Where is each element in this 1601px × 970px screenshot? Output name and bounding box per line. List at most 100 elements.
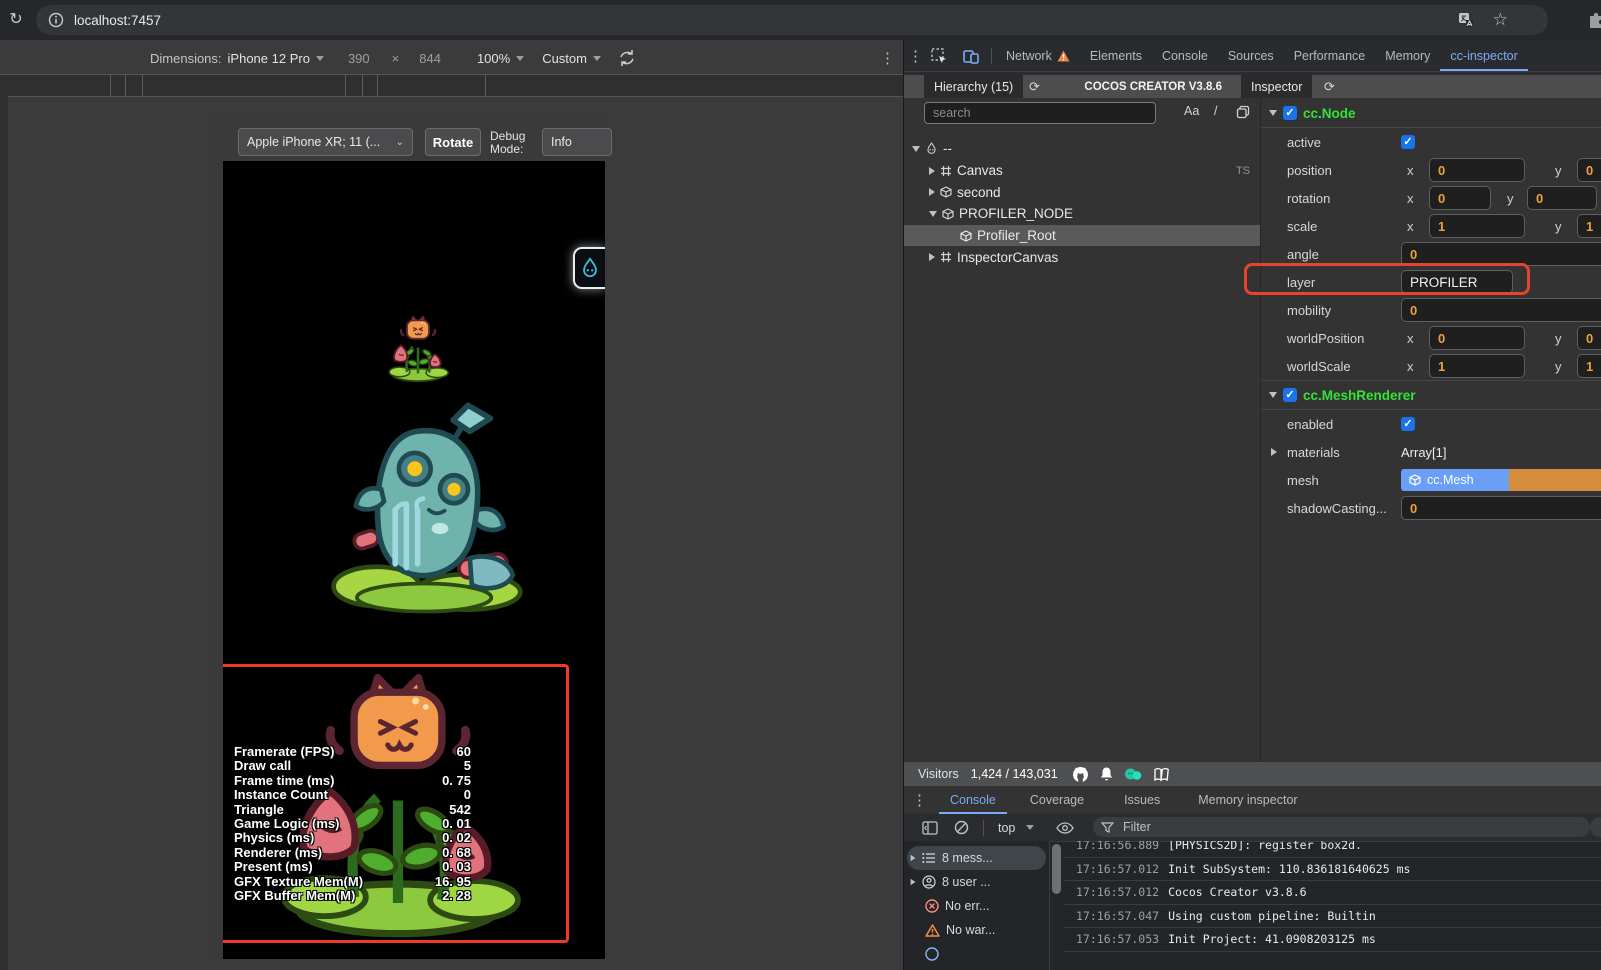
sidebar-all-messages[interactable]: 8 mess... (907, 846, 1046, 870)
component-checkbox[interactable]: ✓ (1283, 388, 1297, 402)
toggle-device-toolbar-icon[interactable] (962, 47, 980, 65)
tree-node-profiler-node[interactable]: PROFILER_NODE (904, 203, 1260, 225)
docs-book-icon[interactable] (1153, 767, 1170, 782)
scale-x-input[interactable] (1429, 214, 1525, 238)
translate-icon[interactable] (1457, 11, 1475, 29)
device-select[interactable]: iPhone 12 Pro (228, 51, 310, 66)
context-selector[interactable]: top (998, 821, 1034, 835)
position-x-input[interactable] (1429, 158, 1525, 182)
tree-node-root[interactable]: -- (904, 138, 1260, 160)
regex-button[interactable]: / (1214, 104, 1217, 118)
layer-input[interactable] (1401, 270, 1513, 294)
tab-coverage[interactable]: Coverage (1019, 786, 1095, 814)
tab-console-drawer[interactable]: Console (939, 786, 1007, 814)
tab-elements[interactable]: Elements (1080, 40, 1152, 71)
sidebar-scrollbar-thumb[interactable] (1052, 844, 1061, 894)
console-log-area[interactable]: 17:16:56.889 [PHYSICS2D]: register box2d… (1064, 841, 1601, 970)
scale-y-input[interactable] (1577, 214, 1601, 238)
log-row[interactable]: 17:16:57.012 Cocos Creator v3.8.6 (1064, 881, 1601, 905)
angle-input[interactable] (1401, 242, 1601, 266)
mesh-asset-chip[interactable]: cc.Mesh (1401, 469, 1509, 491)
tab-issues[interactable]: Issues (1113, 786, 1171, 814)
extensions-puzzle-icon[interactable] (1586, 10, 1601, 30)
match-case-button[interactable]: Aa (1184, 104, 1199, 118)
component-header-mesh-renderer[interactable]: ✓ cc.MeshRenderer (1261, 380, 1601, 409)
inspector-refresh-icon[interactable]: ⟳ (1324, 75, 1335, 98)
sidebar-errors[interactable]: No err... (904, 894, 1049, 918)
tree-node-second[interactable]: second (904, 181, 1260, 203)
clear-console-icon[interactable] (954, 820, 969, 835)
log-row[interactable]: 17:16:57.012 Init SubSystem: 110.8361816… (1064, 858, 1601, 882)
console-filter-input[interactable] (1093, 817, 1590, 837)
expander-down-icon[interactable] (1269, 110, 1277, 116)
tree-node-profiler-root[interactable]: Profiler_Root (904, 225, 1260, 247)
tree-node-inspector-canvas[interactable]: InspectorCanvas (904, 246, 1260, 268)
sidebar-warnings[interactable]: No war... (904, 918, 1049, 942)
console-sidebar-toggle-icon[interactable] (922, 821, 938, 835)
expander-right-icon[interactable] (911, 855, 916, 861)
chat-bubbles-icon[interactable] (1124, 767, 1143, 782)
hierarchy-refresh-icon[interactable]: ⟳ (1029, 75, 1040, 98)
bell-icon[interactable] (1099, 766, 1114, 782)
tab-sources[interactable]: Sources (1218, 40, 1284, 71)
tab-performance[interactable]: Performance (1284, 40, 1376, 71)
tab-memory[interactable]: Memory (1375, 40, 1440, 71)
active-checkbox[interactable]: ✓ (1401, 135, 1415, 149)
device-bar-menu-icon[interactable]: ⋮ (880, 49, 895, 67)
expander-right-icon[interactable] (929, 167, 935, 175)
tab-cc-inspector[interactable]: cc-inspector (1440, 40, 1527, 71)
device-width-field[interactable]: 390 (348, 51, 370, 66)
world-position-x-input[interactable] (1429, 326, 1525, 350)
sidebar-user-messages[interactable]: 8 user ... (904, 870, 1049, 894)
tab-network[interactable]: Network (996, 40, 1080, 71)
console-menu-icon[interactable]: ⋮ (912, 791, 927, 809)
tab-memory-inspector[interactable]: Memory inspector (1187, 786, 1308, 814)
hierarchy-search-input[interactable] (924, 102, 1156, 124)
debug-mode-select[interactable]: Info (542, 128, 612, 156)
mobility-input[interactable] (1401, 298, 1601, 322)
media-query-ruler[interactable] (0, 74, 903, 97)
site-info-icon[interactable] (48, 12, 64, 28)
expander-down-icon[interactable] (1269, 392, 1277, 398)
hierarchy-tab[interactable]: Hierarchy (15) (924, 75, 1023, 98)
reload-icon[interactable]: ↻ (6, 10, 26, 30)
rotation-y-input[interactable] (1527, 186, 1597, 210)
inspector-tab[interactable]: Inspector (1241, 75, 1312, 98)
rotate-button[interactable]: Rotate (425, 128, 481, 156)
rotate-device-icon[interactable] (617, 48, 637, 68)
game-canvas[interactable]: Framerate (FPS)60 Draw call5 Frame time … (223, 161, 605, 959)
zoom-select[interactable]: 100% (477, 51, 510, 66)
tree-node-canvas[interactable]: Canvas TS (904, 160, 1260, 182)
world-position-y-input[interactable] (1577, 326, 1601, 350)
inspect-element-icon[interactable] (930, 47, 948, 65)
expander-down-icon[interactable] (912, 146, 920, 152)
sidebar-info[interactable] (904, 942, 1049, 966)
live-expression-eye-icon[interactable] (1056, 822, 1074, 834)
bookmark-star-icon[interactable]: ☆ (1493, 10, 1508, 30)
expander-right-icon[interactable] (929, 188, 935, 196)
device-height-field[interactable]: 844 (419, 51, 441, 66)
log-row[interactable]: 17:16:57.053 Init Project: 41.0908203125… (1064, 928, 1601, 952)
expander-right-icon[interactable] (1271, 448, 1277, 456)
log-row[interactable]: 17:16:56.889 [PHYSICS2D]: register box2d… (1064, 841, 1601, 858)
expander-down-icon[interactable] (929, 211, 937, 217)
game-device-select[interactable]: Apple iPhone XR; 11 (... ⌄ (238, 128, 413, 156)
rotation-x-input[interactable] (1429, 186, 1491, 210)
shadow-casting-input[interactable] (1401, 496, 1601, 520)
enabled-checkbox[interactable]: ✓ (1401, 417, 1415, 431)
position-y-input[interactable] (1577, 158, 1601, 182)
world-scale-x-input[interactable] (1429, 354, 1525, 378)
github-icon[interactable] (1072, 766, 1089, 783)
cc-inspector-widget[interactable] (573, 247, 605, 289)
log-row[interactable]: 17:16:57.047 Using custom pipeline: Buil… (1064, 905, 1601, 929)
copy-icon[interactable] (1236, 105, 1250, 119)
throttle-select[interactable]: Custom (542, 51, 587, 66)
expander-right-icon[interactable] (929, 253, 935, 261)
expander-right-icon[interactable] (911, 879, 916, 885)
world-scale-y-input[interactable] (1577, 354, 1601, 378)
address-bar[interactable]: localhost:7457 ☆ (36, 5, 1548, 35)
component-header-node[interactable]: ✓ cc.Node (1261, 99, 1601, 127)
devtools-menu-icon[interactable]: ⋮ (908, 47, 923, 65)
tab-console[interactable]: Console (1152, 40, 1218, 71)
component-checkbox[interactable]: ✓ (1283, 106, 1297, 120)
